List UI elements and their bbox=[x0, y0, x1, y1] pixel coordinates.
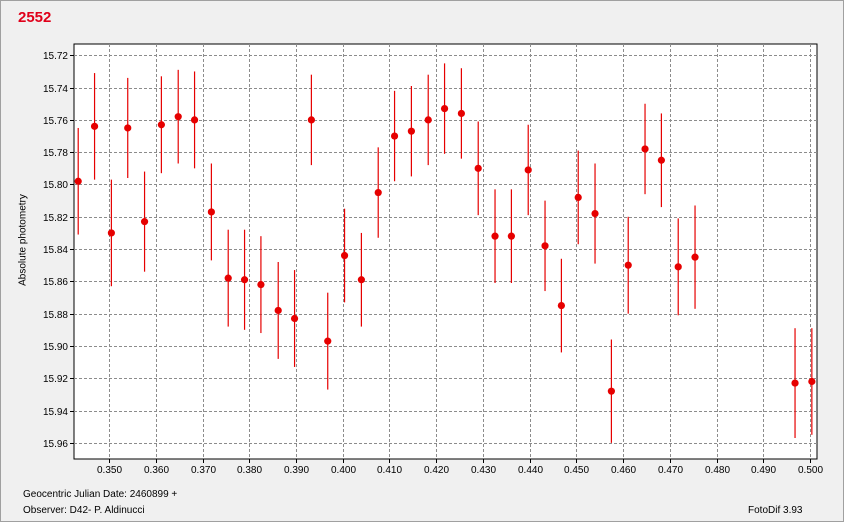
x-tick-label: 0.500 bbox=[798, 465, 823, 476]
data-point bbox=[257, 281, 265, 289]
data-point bbox=[124, 124, 132, 132]
observer-label: Observer: D42- P. Aldinucci bbox=[23, 505, 145, 516]
data-point bbox=[440, 104, 449, 113]
data-point bbox=[491, 232, 499, 240]
y-tick-label: 15.92 bbox=[43, 374, 68, 385]
x-tick-label: 0.440 bbox=[518, 465, 543, 476]
data-point bbox=[657, 156, 665, 164]
data-point bbox=[457, 109, 465, 118]
data-point bbox=[557, 301, 565, 310]
x-tick-label: 0.370 bbox=[191, 465, 216, 476]
data-point bbox=[407, 127, 415, 135]
y-tick-label: 15.74 bbox=[43, 84, 68, 95]
x-tick-label: 0.460 bbox=[611, 465, 636, 476]
y-tick-label: 15.94 bbox=[43, 407, 68, 418]
data-point bbox=[390, 132, 399, 140]
data-point bbox=[340, 251, 349, 260]
data-point bbox=[541, 242, 549, 250]
data-point bbox=[290, 314, 299, 323]
data-point bbox=[240, 276, 249, 284]
data-point bbox=[791, 379, 799, 387]
data-point bbox=[140, 218, 149, 226]
x-tick-label: 0.490 bbox=[751, 465, 776, 476]
data-point bbox=[224, 274, 232, 282]
data-point bbox=[808, 377, 816, 386]
y-tick-label: 15.84 bbox=[43, 245, 68, 256]
x-tick-label: 0.470 bbox=[658, 465, 683, 476]
x-tick-label: 0.390 bbox=[284, 465, 309, 476]
y-tick-label: 15.80 bbox=[43, 180, 68, 191]
julian-date-label: Geocentric Julian Date: 2460899 + bbox=[23, 489, 178, 500]
data-point bbox=[674, 263, 682, 271]
y-tick-label: 15.96 bbox=[43, 439, 68, 450]
data-point bbox=[190, 116, 199, 124]
x-tick-label: 0.480 bbox=[705, 465, 730, 476]
x-tick-label: 0.350 bbox=[97, 465, 122, 476]
y-tick-label: 15.72 bbox=[43, 51, 68, 62]
data-point bbox=[507, 232, 515, 240]
data-point bbox=[591, 209, 599, 218]
data-point bbox=[74, 177, 82, 185]
x-tick-label: 0.380 bbox=[237, 465, 262, 476]
data-point bbox=[274, 306, 282, 315]
x-tick-label: 0.420 bbox=[424, 465, 449, 476]
x-tick-label: 0.400 bbox=[331, 465, 356, 476]
data-point bbox=[524, 166, 532, 174]
data-point bbox=[641, 145, 649, 153]
data-point bbox=[424, 116, 432, 124]
data-point bbox=[374, 188, 382, 197]
data-point bbox=[207, 208, 215, 216]
data-point bbox=[307, 116, 315, 124]
data-point bbox=[90, 122, 99, 130]
y-tick-label: 15.82 bbox=[43, 213, 68, 224]
x-tick-label: 0.360 bbox=[144, 465, 169, 476]
data-point bbox=[691, 253, 699, 261]
data-point bbox=[574, 193, 582, 202]
y-tick-label: 15.76 bbox=[43, 116, 68, 127]
y-tick-label: 15.88 bbox=[43, 310, 68, 321]
y-tick-label: 15.90 bbox=[43, 342, 68, 353]
data-point bbox=[357, 276, 365, 284]
data-point bbox=[607, 387, 615, 395]
photometry-plot: 0.350 0.360 0.370 0.380 0.390 0.400 0.410 0.420… bbox=[43, 43, 823, 476]
software-label: FotoDif 3.93 bbox=[748, 505, 803, 516]
data-point bbox=[624, 261, 632, 269]
x-tick-label: 0.430 bbox=[471, 465, 496, 476]
data-point bbox=[107, 229, 115, 237]
data-point bbox=[474, 164, 482, 172]
x-tick-label: 0.410 bbox=[377, 465, 402, 476]
x-tick-label: 0.450 bbox=[564, 465, 589, 476]
data-point bbox=[324, 337, 332, 345]
data-point bbox=[157, 121, 165, 129]
y-tick-label: 15.86 bbox=[43, 277, 68, 288]
y-tick-label: 15.78 bbox=[43, 148, 68, 159]
data-point bbox=[174, 113, 182, 121]
